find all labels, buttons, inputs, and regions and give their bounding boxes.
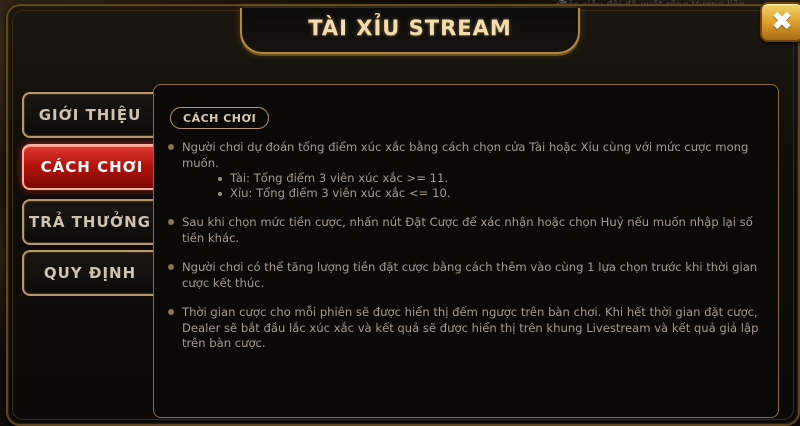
- tab-quy-dinh[interactable]: QUY ĐỊNH: [22, 250, 156, 296]
- dialog-title: TÀI XỈU STREAM: [308, 16, 512, 40]
- section-label-text: CÁCH CHƠI: [183, 111, 257, 125]
- rule-text: Người chơi dự đoán tổng điểm xúc xắc bằn…: [182, 140, 749, 170]
- list-item: Người chơi có thể tăng lượng tiền đặt cư…: [168, 260, 774, 291]
- rule-text: Sau khi chọn mức tiền cược, nhấn nút Đặt…: [182, 215, 753, 245]
- list-item: Người chơi dự đoán tổng điểm xúc xắc bằn…: [168, 140, 774, 201]
- title-plate: TÀI XỈU STREAM: [240, 8, 580, 54]
- content-panel[interactable]: CÁCH CHƠI Người chơi dự đoán tổng điểm x…: [153, 84, 779, 418]
- close-button[interactable]: ✖: [760, 2, 800, 42]
- sub-list-item: Tài: Tổng điểm 3 viên xúc xắc >= 11.: [182, 171, 774, 186]
- rule-text: Thời gian cược cho mỗi phiên sẽ được hiể…: [182, 305, 759, 350]
- list-item: Sau khi chọn mức tiền cược, nhấn nút Đặt…: [168, 215, 774, 246]
- close-icon: ✖: [771, 7, 793, 37]
- bullet-icon: [218, 177, 222, 181]
- tab-gioi-thieu[interactable]: GIỚI THIỆU: [22, 92, 156, 138]
- tab-label: QUY ĐỊNH: [43, 264, 137, 282]
- rule-text: Người chơi có thể tăng lượng tiền đặt cư…: [182, 260, 758, 290]
- sub-rule-text: Tài: Tổng điểm 3 viên xúc xắc >= 11.: [230, 171, 449, 185]
- bullet-icon: [168, 144, 174, 150]
- tab-tra-thuong[interactable]: TRẢ THƯỞNG: [22, 199, 156, 245]
- bullet-icon: [218, 192, 222, 196]
- bullet-icon: [168, 309, 174, 315]
- section-label: CÁCH CHƠI: [170, 107, 270, 129]
- list-item: Thời gian cược cho mỗi phiên sẽ được hiể…: [168, 305, 774, 352]
- tab-cach-choi[interactable]: CÁCH CHƠI: [22, 144, 160, 190]
- bullet-icon: [168, 219, 174, 225]
- rules-list: Người chơi dự đoán tổng điểm xúc xắc bằn…: [168, 140, 774, 366]
- sub-rule-text: Xỉu: Tổng điểm 3 viên xúc xắc <= 10.: [230, 186, 451, 200]
- rules-dialog: TÀI XỈU STREAM ✖ GIỚI THIỆU CÁCH CHƠI TR…: [6, 2, 800, 426]
- sub-list-item: Xỉu: Tổng điểm 3 viên xúc xắc <= 10.: [182, 186, 774, 201]
- bullet-icon: [168, 264, 174, 270]
- sub-list: Tài: Tổng điểm 3 viên xúc xắc >= 11. Xỉu…: [182, 171, 774, 201]
- tab-label: CÁCH CHƠI: [40, 158, 144, 176]
- tab-label: GIỚI THIỆU: [38, 106, 142, 124]
- tab-label: TRẢ THƯỞNG: [29, 213, 151, 231]
